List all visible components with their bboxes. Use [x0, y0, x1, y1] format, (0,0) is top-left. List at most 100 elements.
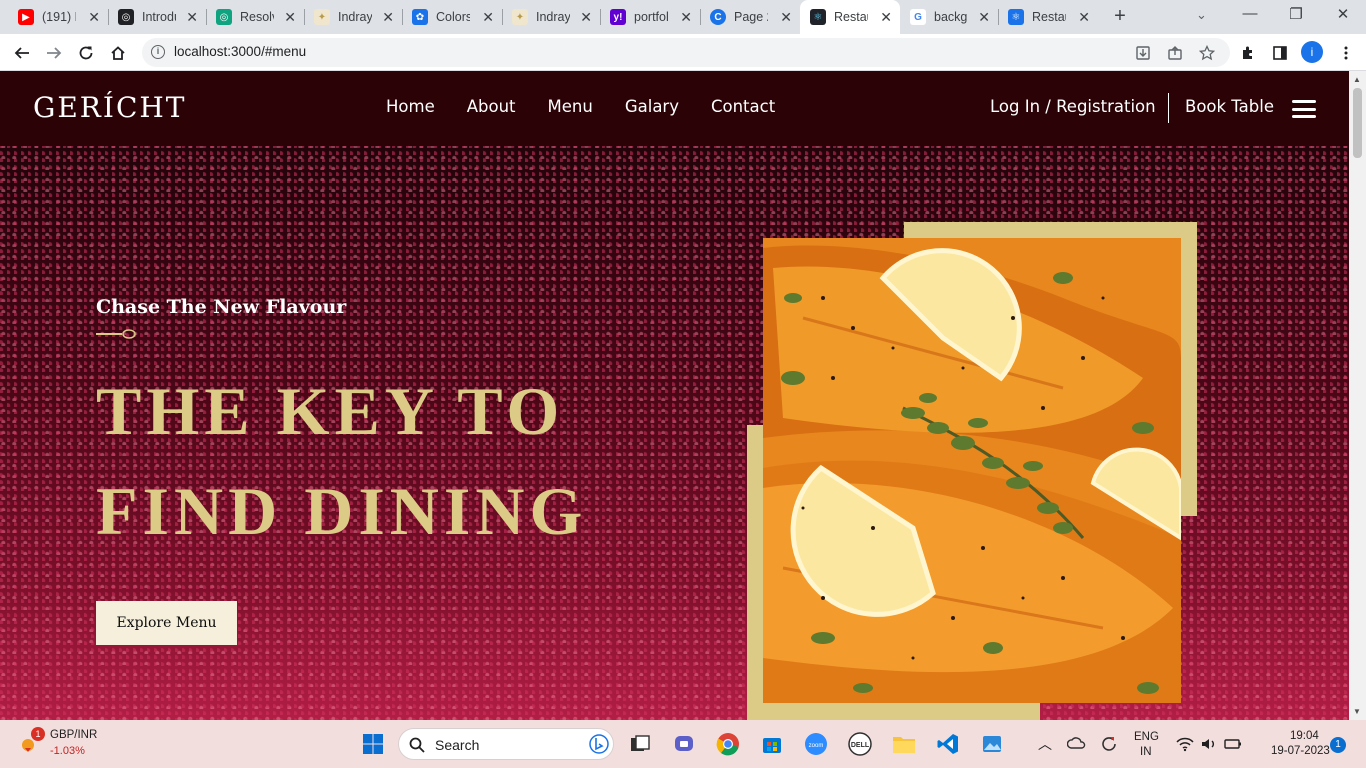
browser-tab[interactable]: ▶ (191) E ✕	[8, 0, 108, 34]
photos-app-icon[interactable]	[979, 731, 1005, 757]
chrome-icon[interactable]	[715, 731, 741, 757]
close-tab-icon[interactable]: ✕	[680, 9, 692, 26]
site-navbar: GERÍCHT Home About Menu Galary Contact L…	[0, 71, 1349, 146]
chatgpt-icon: ◎	[216, 9, 232, 25]
task-view-icon[interactable]	[627, 731, 653, 757]
restore-icon[interactable]: ❐	[1286, 5, 1306, 23]
nav-links: Home About Menu Galary Contact	[386, 97, 775, 116]
refresh-sync-icon[interactable]	[1096, 731, 1122, 757]
canva-icon: C	[710, 9, 726, 25]
url-text: localhost:3000/#menu	[174, 44, 307, 59]
close-tab-icon[interactable]: ✕	[482, 9, 494, 26]
language-code[interactable]: ENG	[1134, 731, 1159, 743]
colors-site-icon: ✿	[412, 9, 428, 25]
nav-link-menu[interactable]: Menu	[548, 97, 593, 116]
close-tab-icon[interactable]: ✕	[580, 9, 592, 26]
browser-tab[interactable]: ◎ Introdu ✕	[108, 0, 206, 34]
nav-divider	[1168, 93, 1169, 123]
close-tab-icon[interactable]: ✕	[1078, 9, 1090, 26]
clock-time[interactable]: 19:04	[1290, 730, 1319, 742]
book-table-link[interactable]: Book Table	[1185, 97, 1274, 116]
reload-icon[interactable]	[74, 41, 98, 65]
share-icon[interactable]	[1166, 44, 1184, 62]
clock-date[interactable]: 19-07-2023	[1271, 745, 1330, 757]
site-favicon-icon: ✦	[314, 9, 330, 25]
close-tab-icon[interactable]: ✕	[978, 9, 990, 26]
browser-tab[interactable]: ✿ Colors ✕	[402, 0, 502, 34]
close-tab-icon[interactable]: ✕	[382, 9, 394, 26]
teams-chat-icon[interactable]	[671, 731, 697, 757]
close-tab-icon[interactable]: ✕	[186, 9, 198, 26]
more-menu-icon[interactable]	[1334, 41, 1358, 65]
volume-icon[interactable]	[1196, 731, 1222, 757]
browser-tab-active[interactable]: ⚛ Restau ✕	[800, 0, 900, 34]
hamburger-menu-icon[interactable]	[1292, 100, 1316, 118]
react-icon: ⚛	[810, 9, 826, 25]
scrollbar-thumb[interactable]	[1353, 88, 1362, 158]
hero-subtitle: Chase The New Flavour	[96, 296, 347, 318]
search-placeholder: Search	[435, 737, 480, 753]
browser-tab[interactable]: G backgr ✕	[900, 0, 998, 34]
vscode-icon[interactable]	[935, 731, 961, 757]
close-tab-icon[interactable]: ✕	[780, 9, 792, 26]
home-icon[interactable]	[106, 41, 130, 65]
youtube-icon: ▶	[18, 9, 34, 25]
address-bar[interactable]: i localhost:3000/#menu	[142, 38, 1230, 67]
scroll-down-icon[interactable]: ▼	[1353, 707, 1361, 716]
forward-icon[interactable]	[42, 41, 66, 65]
show-hidden-icons-chevron[interactable]: ︿	[1038, 734, 1052, 754]
zoom-icon[interactable]: zoom	[803, 731, 829, 757]
nav-link-about[interactable]: About	[467, 97, 516, 116]
back-icon[interactable]	[10, 41, 34, 65]
browser-toolbar: i localhost:3000/#menu	[0, 34, 1366, 71]
browser-tab[interactable]: ⚛ Restau ✕	[998, 0, 1098, 34]
browser-tab[interactable]: ✦ Indray ✕	[304, 0, 402, 34]
browser-tab[interactable]: ✦ Indray ✕	[502, 0, 600, 34]
bookmark-star-icon[interactable]	[1198, 44, 1216, 62]
browser-tab[interactable]: ◎ Resolv ✕	[206, 0, 304, 34]
widget-value: -1.03%	[50, 745, 85, 757]
hero-headline-line-1: THE KEY TO	[96, 373, 565, 449]
yahoo-icon: y!	[610, 9, 626, 25]
svg-text:DELL: DELL	[851, 742, 870, 749]
widget-title[interactable]: GBP/INR	[50, 729, 97, 741]
spoon-divider-icon	[96, 329, 136, 339]
login-registration-link[interactable]: Log In / Registration	[990, 97, 1156, 116]
browser-tab-strip: ▶ (191) E ✕ ◎ Introdu ✕ ◎ Resolv ✕ ✦ Ind…	[0, 0, 1366, 34]
nav-link-home[interactable]: Home	[386, 97, 435, 116]
react-icon: ⚛	[1008, 9, 1024, 25]
dell-icon[interactable]: DELL	[847, 731, 873, 757]
browser-tab[interactable]: y! portfol ✕	[600, 0, 700, 34]
taskbar-search[interactable]: Search	[398, 728, 614, 760]
site-favicon-icon: ✦	[512, 9, 528, 25]
profile-avatar[interactable]: i	[1301, 41, 1323, 63]
page-scrollbar[interactable]: ▲ ▼	[1349, 71, 1366, 720]
extensions-icon[interactable]	[1236, 41, 1260, 65]
browser-tab[interactable]: C Page 2 ✕	[700, 0, 800, 34]
nav-link-galary[interactable]: Galary	[625, 97, 679, 116]
close-tab-icon[interactable]: ✕	[284, 9, 296, 26]
new-tab-icon[interactable]: +	[1109, 5, 1131, 27]
battery-icon[interactable]	[1220, 731, 1246, 757]
scroll-up-icon[interactable]: ▲	[1353, 75, 1361, 84]
close-window-icon[interactable]: ✕	[1333, 5, 1353, 23]
bing-icon	[589, 734, 609, 754]
close-tab-icon[interactable]: ✕	[880, 9, 892, 26]
minimize-icon[interactable]: —	[1240, 5, 1260, 22]
notification-badge[interactable]: 1	[1330, 737, 1346, 753]
site-logo[interactable]: GERÍCHT	[33, 91, 186, 124]
file-explorer-icon[interactable]	[891, 731, 917, 757]
side-panel-icon[interactable]	[1268, 41, 1292, 65]
explore-menu-button[interactable]: Explore Menu	[96, 601, 237, 645]
tab-search-chevron-icon[interactable]: ⌄	[1196, 7, 1207, 23]
install-app-icon[interactable]	[1134, 44, 1152, 62]
microsoft-store-icon[interactable]	[759, 731, 785, 757]
nav-link-contact[interactable]: Contact	[711, 97, 775, 116]
hero-headline: THE KEY TO FIND DINING	[96, 361, 587, 561]
close-tab-icon[interactable]: ✕	[88, 9, 100, 26]
wifi-icon[interactable]	[1172, 731, 1198, 757]
onedrive-sync-icon[interactable]	[1064, 731, 1090, 757]
site-info-icon[interactable]: i	[151, 45, 165, 59]
language-region[interactable]: IN	[1140, 746, 1152, 758]
windows-start-icon[interactable]	[360, 731, 386, 757]
